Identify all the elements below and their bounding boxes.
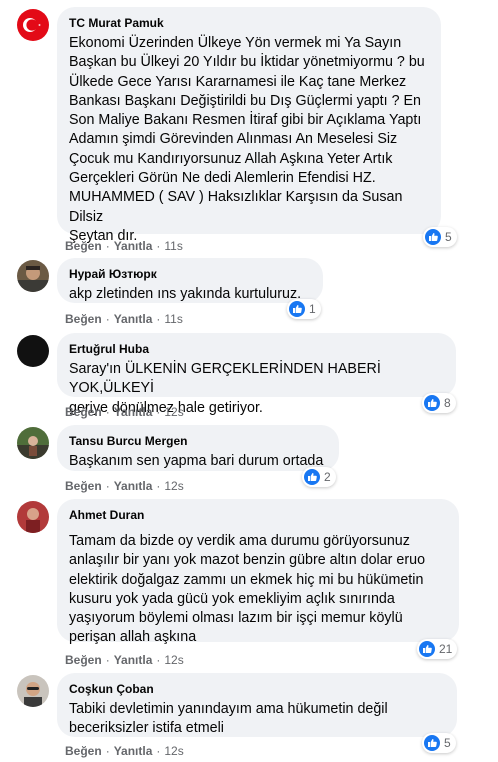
separator-dot: · xyxy=(105,744,110,758)
comment-time[interactable]: 12s xyxy=(164,653,183,667)
separator-dot: · xyxy=(156,653,161,667)
comment-bubble: Нурай Юзтюрк akp zletinden ıns yakında k… xyxy=(57,258,323,303)
reaction-count[interactable]: 2 xyxy=(302,467,336,487)
comment-text: Tamam da bizde oy verdik ama durumu görü… xyxy=(69,533,426,646)
comment-author[interactable]: Ertuğrul Huba xyxy=(69,341,444,357)
comment-time[interactable]: 12s xyxy=(164,744,183,758)
red-photo-avatar[interactable] xyxy=(17,501,49,533)
like-count: 2 xyxy=(324,470,331,484)
reply-button[interactable]: Yanıtla xyxy=(114,239,153,253)
reply-button[interactable]: Yanıtla xyxy=(114,479,153,493)
separator-dot: · xyxy=(156,239,161,253)
reply-button[interactable]: Yanıtla xyxy=(114,312,153,326)
reply-button[interactable]: Yanıtla xyxy=(114,744,153,758)
like-count: 5 xyxy=(445,230,452,244)
separator-dot: · xyxy=(105,312,110,326)
comment-time[interactable]: 11s xyxy=(164,239,182,253)
outdoor-photo-avatar[interactable] xyxy=(17,427,49,459)
separator-dot: · xyxy=(105,479,110,493)
thumbs-up-icon xyxy=(424,395,440,411)
man-photo-avatar[interactable] xyxy=(17,260,49,292)
man-sunglasses-avatar[interactable] xyxy=(17,675,49,707)
like-count: 1 xyxy=(309,302,316,316)
comment-text: Tabiki devletimin yanındayım ama hükumet… xyxy=(69,701,388,737)
thumbs-up-icon xyxy=(425,229,441,245)
separator-dot: · xyxy=(156,312,161,326)
like-button[interactable]: Beğen xyxy=(65,744,102,758)
comment-bubble: Tansu Burcu Mergen Başkanım sen yapma ba… xyxy=(57,425,339,471)
comment-author[interactable]: Coşkun Çoban xyxy=(69,681,445,697)
comment-bubble: Ertuğrul Huba Saray'ın ÜLKENİN GERÇEKLER… xyxy=(57,333,456,416)
comment-author[interactable]: Ahmet Duran xyxy=(69,507,447,523)
comment-text: akp zletinden ıns yakında kurtuluruz. xyxy=(69,286,302,302)
reply-button[interactable]: Yanıtla xyxy=(114,405,153,419)
like-button[interactable]: Beğen xyxy=(65,239,102,253)
comment-time[interactable]: 11s xyxy=(164,312,182,326)
separator-dot: · xyxy=(156,479,161,493)
turkish-flag-avatar[interactable] xyxy=(17,9,49,41)
comment-bubble: Ahmet Duran Tamam da bizde oy verdik ama… xyxy=(57,499,459,645)
thumbs-up-icon xyxy=(304,469,320,485)
comment-actions: Beğen · Yanıtla · 11s xyxy=(65,238,183,254)
thumbs-up-icon xyxy=(424,735,440,751)
separator-dot: · xyxy=(105,239,110,253)
comment-author[interactable]: Нурай Юзтюрк xyxy=(69,266,311,282)
reaction-count[interactable]: 5 xyxy=(422,733,456,753)
like-count: 5 xyxy=(444,736,451,750)
comment-actions: Beğen · Yanıtla · 12s xyxy=(65,478,184,494)
reaction-count[interactable]: 1 xyxy=(287,299,321,319)
reaction-count[interactable]: 5 xyxy=(423,227,457,247)
like-button[interactable]: Beğen xyxy=(65,312,102,326)
comment-bubble: TC Murat Pamuk Ekonomi Üzerinden Ülkeye … xyxy=(57,7,441,244)
reaction-count[interactable]: 21 xyxy=(417,639,458,659)
comment-actions: Beğen · Yanıtla · 12s xyxy=(65,404,184,420)
like-count: 8 xyxy=(444,396,451,410)
like-count: 21 xyxy=(439,642,453,656)
black-circle-avatar[interactable] xyxy=(17,335,49,367)
comment-author[interactable]: Tansu Burcu Mergen xyxy=(69,433,327,449)
comment-time[interactable]: 12s xyxy=(164,405,183,419)
separator-dot: · xyxy=(156,744,161,758)
like-button[interactable]: Beğen xyxy=(65,405,102,419)
separator-dot: · xyxy=(156,405,161,419)
like-button[interactable]: Beğen xyxy=(65,653,102,667)
reply-button[interactable]: Yanıtla xyxy=(114,653,153,667)
comment-bubble: Coşkun Çoban Tabiki devletimin yanındayı… xyxy=(57,673,457,737)
reaction-count[interactable]: 8 xyxy=(422,393,456,413)
comment-actions: Beğen · Yanıtla · 12s xyxy=(65,652,184,668)
comment-time[interactable]: 12s xyxy=(164,479,183,493)
comment-actions: Beğen · Yanıtla · 12s xyxy=(65,743,184,759)
comment-text: Ekonomi Üzerinden Ülkeye Yön vermek mi Y… xyxy=(69,35,425,244)
comment-actions: Beğen · Yanıtla · 11s xyxy=(65,311,183,327)
like-button[interactable]: Beğen xyxy=(65,479,102,493)
thumbs-up-icon xyxy=(289,301,305,317)
comment-author[interactable]: TC Murat Pamuk xyxy=(69,15,429,31)
comment-text: Başkanım sen yapma bari durum ortada xyxy=(69,453,324,469)
separator-dot: · xyxy=(105,653,110,667)
separator-dot: · xyxy=(105,405,110,419)
thumbs-up-icon xyxy=(419,641,435,657)
